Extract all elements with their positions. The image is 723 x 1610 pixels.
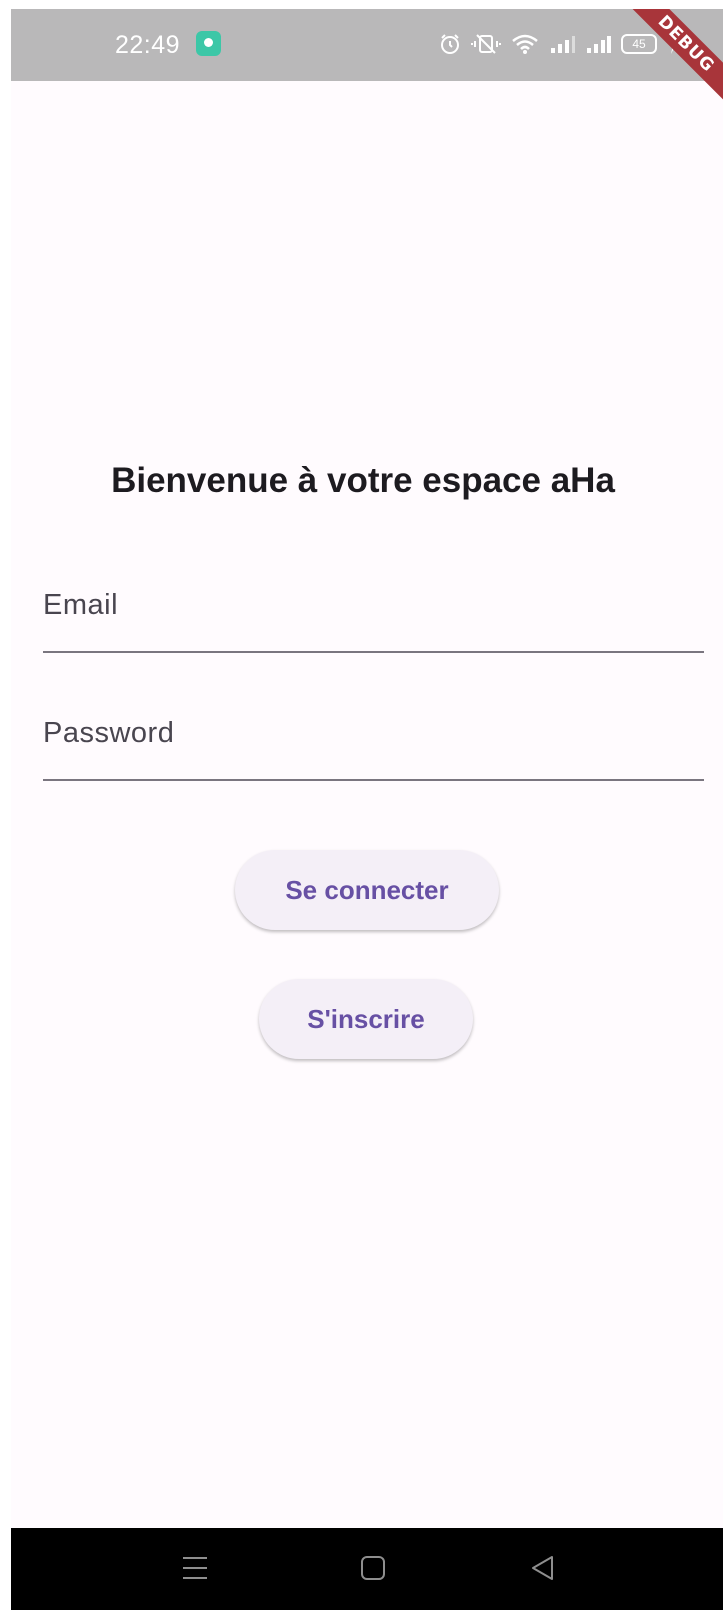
status-icons: 45 — [439, 29, 679, 59]
back-icon[interactable] — [523, 1550, 563, 1586]
signal-icon — [549, 33, 575, 55]
alarm-icon — [439, 33, 461, 55]
email-field[interactable]: Email — [43, 589, 704, 653]
app-notification-icon — [196, 31, 221, 56]
status-bar: 22:49 45 DEBUG — [11, 9, 723, 107]
password-input[interactable] — [43, 717, 704, 779]
wifi-icon — [511, 33, 539, 55]
login-button[interactable]: Se connecter — [235, 850, 499, 930]
email-input[interactable] — [43, 589, 704, 651]
status-time: 22:49 — [115, 31, 181, 59]
navigation-bar — [11, 1528, 723, 1610]
battery-icon: 45 — [621, 34, 657, 54]
page-title: Bienvenue à votre espace aHa — [111, 461, 615, 500]
menu-icon[interactable] — [175, 1550, 215, 1586]
signup-button[interactable]: S'inscrire — [259, 979, 473, 1059]
phone-screen: 22:49 45 DEBUG Bienvenue à votre espace … — [11, 9, 723, 1610]
home-icon[interactable] — [353, 1550, 393, 1586]
signal-icon — [585, 33, 611, 55]
password-field[interactable]: Password — [43, 717, 704, 781]
vibrate-icon — [471, 33, 501, 55]
